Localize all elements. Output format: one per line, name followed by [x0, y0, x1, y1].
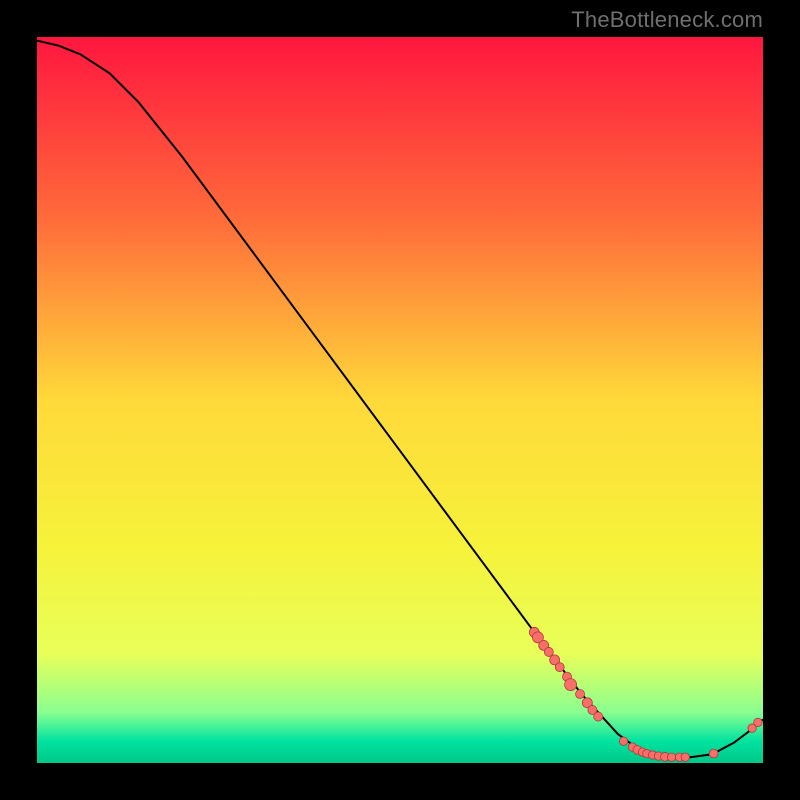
watermark-text: TheBottleneck.com: [571, 7, 763, 33]
data-marker: [544, 647, 553, 656]
data-marker: [619, 737, 627, 745]
chart-svg: [37, 37, 763, 763]
data-marker: [555, 663, 564, 672]
data-marker: [594, 712, 603, 721]
gradient-background: [37, 37, 763, 763]
data-marker: [681, 753, 689, 761]
plot-area: [37, 37, 763, 763]
data-marker: [565, 679, 577, 691]
chart-container: TheBottleneck.com: [0, 0, 800, 800]
data-marker: [709, 749, 718, 758]
data-marker: [576, 690, 585, 699]
data-marker: [667, 753, 675, 761]
data-marker: [754, 718, 762, 726]
